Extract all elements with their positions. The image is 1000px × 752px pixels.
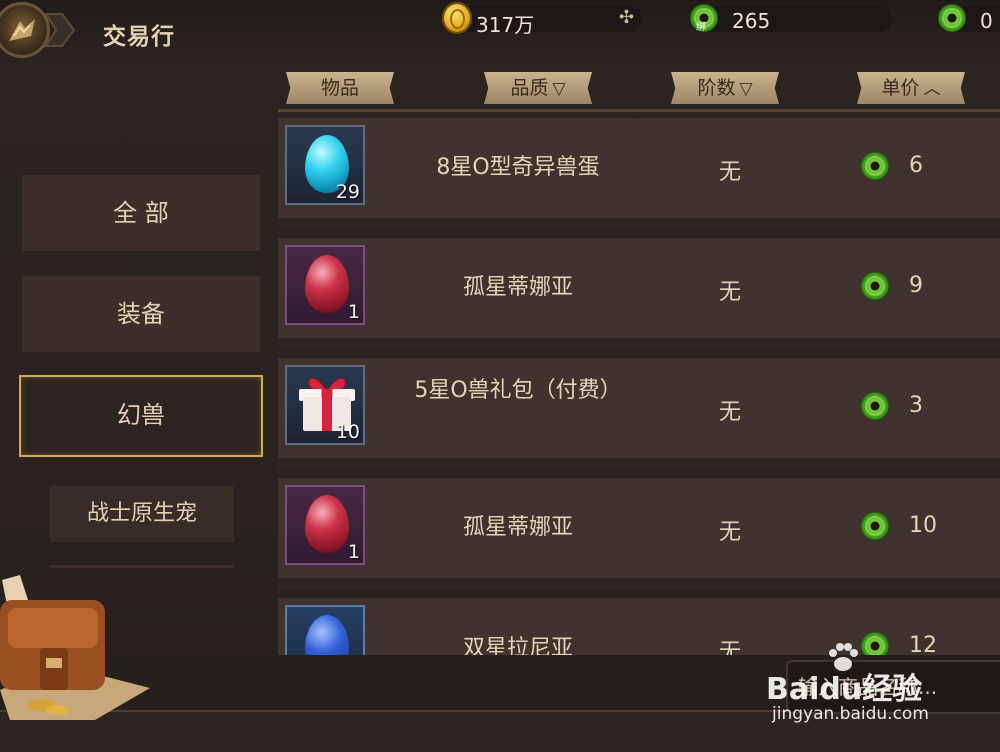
column-price-label: 单价 bbox=[881, 77, 920, 99]
bag-icon[interactable] bbox=[0, 570, 160, 730]
item-slot[interactable]: 1 bbox=[285, 485, 365, 565]
sidebar-item-equipment[interactable]: 装备 bbox=[22, 276, 260, 352]
item-tier: 无 bbox=[718, 640, 741, 655]
item-slot[interactable]: 10 bbox=[285, 365, 365, 445]
bound-jade-amount: 265 bbox=[732, 9, 771, 33]
item-name: 5星O兽礼包（付费） bbox=[414, 378, 622, 403]
sidebar-subitem-label: 战士原生宠 bbox=[86, 501, 197, 526]
red-egg-icon bbox=[305, 495, 349, 553]
jade-icon bbox=[938, 4, 966, 32]
list-item[interactable]: 1 孤星蒂娜亚 无 10 bbox=[278, 478, 1000, 590]
red-egg-icon bbox=[305, 255, 349, 313]
bound-jade-icon: 绑 bbox=[690, 4, 718, 33]
item-slot[interactable]: 1 bbox=[285, 245, 365, 325]
divider bbox=[278, 109, 1000, 112]
jade-currency: 0 bbox=[938, 4, 1000, 33]
blue-egg-icon bbox=[305, 615, 349, 655]
jade-icon bbox=[861, 512, 889, 540]
column-tier-label: 阶数 bbox=[697, 77, 736, 99]
sidebar-divider bbox=[50, 565, 234, 568]
item-slot[interactable] bbox=[285, 605, 365, 655]
bound-tag: 绑 bbox=[696, 22, 706, 33]
item-price-value: 6 bbox=[909, 153, 923, 178]
add-gold-button[interactable]: ✣ bbox=[619, 7, 634, 28]
page-title: 交易行 bbox=[103, 24, 175, 50]
gold-currency: 317万 ✣ bbox=[442, 2, 642, 37]
item-tier: 无 bbox=[718, 160, 741, 185]
list-item[interactable]: 1 孤星蒂娜亚 无 9 bbox=[278, 238, 1000, 350]
filter-icon: ▽ bbox=[739, 79, 753, 99]
jade-icon bbox=[861, 632, 889, 655]
item-price-value: 3 bbox=[909, 393, 923, 418]
sort-ascending-icon: ︿ bbox=[923, 79, 941, 99]
sidebar-item-label: 幻兽 bbox=[117, 401, 165, 429]
sidebar-item-label: 装备 bbox=[117, 300, 165, 328]
list-item[interactable]: 29 8星O型奇异兽蛋 无 6 bbox=[278, 118, 1000, 230]
item-name: 8星O型奇异兽蛋 bbox=[436, 155, 600, 180]
item-price-value: 9 bbox=[909, 273, 923, 298]
gold-coin-icon bbox=[442, 2, 472, 34]
trading-house-screen: 交易行 317万 ✣ 绑 265 0 物品 品质▽ 阶数▽ 单价︿ 全 部 bbox=[0, 0, 1000, 752]
column-quality-label: 品质 bbox=[510, 77, 549, 99]
back-chevron-icon[interactable] bbox=[44, 11, 76, 49]
item-quantity: 1 bbox=[347, 541, 360, 563]
column-quality[interactable]: 品质 ▽ bbox=[484, 72, 592, 104]
item-quantity: 10 bbox=[335, 421, 360, 443]
sidebar-subitem-warrior-pets[interactable]: 战士原生宠 bbox=[50, 486, 234, 542]
item-quantity: 1 bbox=[347, 301, 360, 323]
sidebar-item-pets[interactable]: 幻兽 bbox=[19, 375, 263, 457]
item-tier: 无 bbox=[718, 400, 741, 425]
item-tier: 无 bbox=[718, 280, 741, 305]
search-input[interactable] bbox=[796, 672, 1000, 702]
item-name: 孤星蒂娜亚 bbox=[462, 515, 573, 540]
top-bar: 交易行 317万 ✣ 绑 265 0 bbox=[0, 0, 1000, 62]
column-price[interactable]: 单价 ︿ bbox=[857, 72, 965, 104]
jade-icon bbox=[861, 152, 889, 180]
column-item-label: 物品 bbox=[320, 77, 359, 99]
guild-emblem-icon[interactable] bbox=[0, 2, 50, 58]
sidebar-item-label: 全 部 bbox=[113, 199, 169, 227]
item-name: 孤星蒂娜亚 bbox=[462, 275, 573, 300]
gold-amount: 317万 bbox=[476, 13, 535, 37]
sidebar-item-all[interactable]: 全 部 bbox=[22, 175, 260, 251]
jade-icon bbox=[861, 272, 889, 300]
jade-amount: 0 bbox=[980, 9, 993, 33]
item-name: 双星拉尼亚 bbox=[462, 636, 573, 655]
search-box[interactable] bbox=[786, 660, 1000, 714]
jade-icon bbox=[861, 392, 889, 420]
item-price-value: 12 bbox=[909, 633, 937, 655]
item-quantity: 29 bbox=[335, 181, 360, 203]
item-slot[interactable]: 29 bbox=[285, 125, 365, 205]
item-price-value: 10 bbox=[909, 513, 937, 538]
list-item[interactable]: 双星拉尼亚 无 12 bbox=[278, 598, 1000, 655]
filter-icon: ▽ bbox=[552, 79, 566, 99]
bound-jade-currency: 绑 265 bbox=[690, 4, 892, 33]
list-item[interactable]: 10 5星O兽礼包（付费） 无 3 bbox=[278, 358, 1000, 470]
column-item[interactable]: 物品 bbox=[286, 72, 394, 104]
item-tier: 无 bbox=[718, 520, 741, 545]
column-tier[interactable]: 阶数 ▽ bbox=[671, 72, 779, 104]
